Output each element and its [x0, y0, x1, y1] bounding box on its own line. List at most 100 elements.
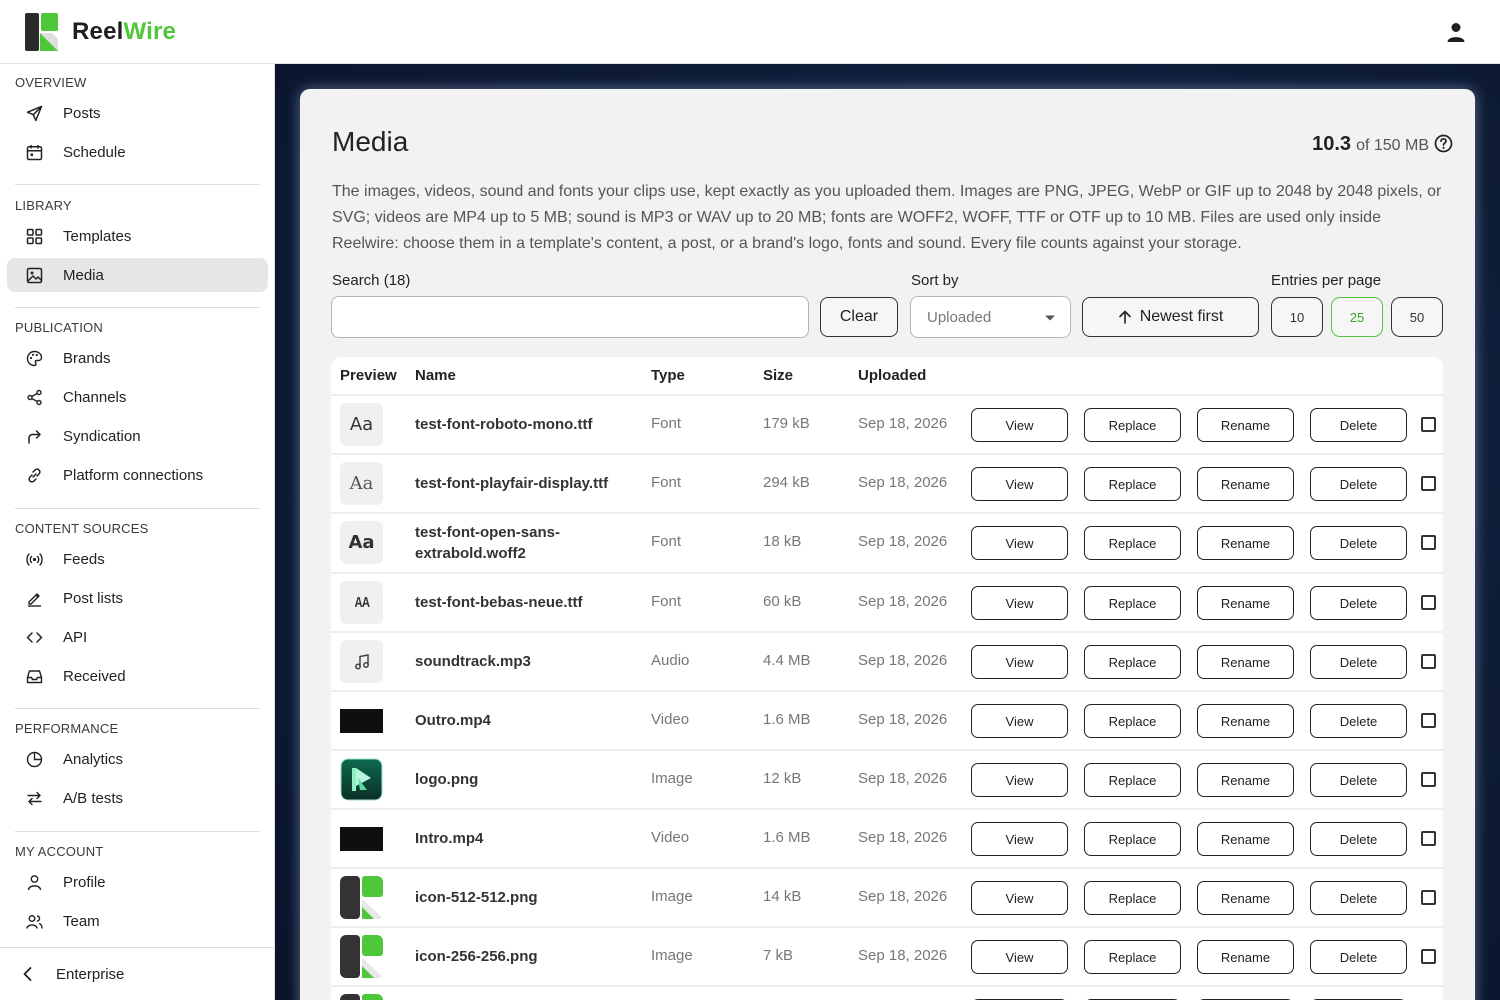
sidebar-item-schedule[interactable]: Schedule — [7, 135, 268, 169]
sidebar-item-enterprise[interactable]: Enterprise — [0, 947, 275, 1000]
delete-button[interactable]: Delete — [1310, 822, 1407, 856]
row-select-checkbox[interactable] — [1421, 831, 1436, 846]
view-button[interactable]: View — [971, 467, 1068, 501]
replace-button[interactable]: Replace — [1084, 881, 1181, 915]
entries-option-50[interactable]: 50 — [1391, 297, 1443, 337]
row-select-checkbox[interactable] — [1421, 772, 1436, 787]
view-button[interactable]: View — [971, 526, 1068, 560]
sidebar-item-ab-tests[interactable]: A/B tests — [7, 781, 268, 815]
sidebar-item-profile[interactable]: Profile — [7, 865, 268, 899]
music-note-icon — [354, 653, 369, 669]
sidebar-item-post-lists[interactable]: Post lists — [7, 581, 268, 615]
font-preview[interactable]: AA — [340, 581, 383, 624]
logo-image — [340, 758, 383, 801]
rename-button[interactable]: Rename — [1197, 704, 1294, 738]
column-header-uploaded[interactable]: Uploaded — [858, 367, 926, 384]
row-select-checkbox[interactable] — [1421, 476, 1436, 491]
delete-button[interactable]: Delete — [1310, 881, 1407, 915]
entries-option-10[interactable]: 10 — [1271, 297, 1323, 337]
replace-button[interactable]: Replace — [1084, 586, 1181, 620]
replace-button[interactable]: Replace — [1084, 704, 1181, 738]
image-preview[interactable] — [340, 935, 383, 978]
replace-button[interactable]: Replace — [1084, 467, 1181, 501]
delete-button[interactable]: Delete — [1310, 526, 1407, 560]
view-button[interactable]: View — [971, 408, 1068, 442]
replace-button[interactable]: Replace — [1084, 526, 1181, 560]
view-button[interactable]: View — [971, 763, 1068, 797]
replace-button[interactable]: Replace — [1084, 408, 1181, 442]
view-button[interactable]: View — [971, 940, 1068, 974]
row-select-checkbox[interactable] — [1421, 595, 1436, 610]
row-select-checkbox[interactable] — [1421, 417, 1436, 432]
delete-button[interactable]: Delete — [1310, 467, 1407, 501]
sidebar-item-label: Enterprise — [56, 966, 125, 983]
row-select-checkbox[interactable] — [1421, 949, 1436, 964]
font-preview[interactable]: Aa — [340, 462, 383, 505]
row-select-checkbox[interactable] — [1421, 713, 1436, 728]
entries-option-25[interactable]: 25 — [1331, 297, 1383, 337]
sidebar-item-syndication[interactable]: Syndication — [7, 419, 268, 453]
search-input[interactable] — [331, 296, 809, 338]
view-button[interactable]: View — [971, 586, 1068, 620]
rename-button[interactable]: Rename — [1197, 467, 1294, 501]
rename-button[interactable]: Rename — [1197, 822, 1294, 856]
image-preview[interactable] — [340, 758, 383, 801]
sidebar-item-received[interactable]: Received — [7, 659, 268, 693]
rename-button[interactable]: Rename — [1197, 645, 1294, 679]
sidebar-item-media[interactable]: Media — [7, 258, 268, 292]
video-preview[interactable] — [340, 817, 383, 860]
replace-button[interactable]: Replace — [1084, 763, 1181, 797]
view-button[interactable]: View — [971, 645, 1068, 679]
image-preview[interactable] — [340, 994, 383, 1000]
font-preview[interactable]: Aa — [340, 403, 383, 446]
sort-select[interactable]: Uploaded — [910, 296, 1071, 338]
video-preview[interactable] — [340, 699, 383, 742]
sort-order-button[interactable]: Newest first — [1082, 297, 1259, 337]
sidebar-item-feeds[interactable]: Feeds — [7, 542, 268, 576]
delete-button[interactable]: Delete — [1310, 763, 1407, 797]
sidebar-item-api[interactable]: API — [7, 620, 268, 654]
rename-button[interactable]: Rename — [1197, 881, 1294, 915]
rename-button[interactable]: Rename — [1197, 940, 1294, 974]
column-header-size[interactable]: Size — [763, 367, 793, 384]
sidebar-item-analytics[interactable]: Analytics — [7, 742, 268, 776]
replace-button[interactable]: Replace — [1084, 645, 1181, 679]
view-button[interactable]: View — [971, 881, 1068, 915]
delete-button[interactable]: Delete — [1310, 408, 1407, 442]
font-preview[interactable]: Aa — [340, 521, 383, 564]
delete-button[interactable]: Delete — [1310, 704, 1407, 738]
sidebar-item-team[interactable]: Team — [7, 904, 268, 938]
help-icon[interactable] — [1434, 134, 1453, 153]
rename-button[interactable]: Rename — [1197, 763, 1294, 797]
view-button[interactable]: View — [971, 704, 1068, 738]
column-header-name[interactable]: Name — [415, 367, 456, 384]
audio-preview[interactable] — [340, 640, 383, 683]
forward-arrow-icon — [28, 430, 41, 444]
reelwire-logo-icon[interactable] — [25, 13, 58, 51]
view-button[interactable]: View — [971, 822, 1068, 856]
sidebar-item-brands[interactable]: Brands — [7, 341, 268, 375]
account-user-icon[interactable] — [1444, 20, 1468, 44]
replace-button[interactable]: Replace — [1084, 940, 1181, 974]
row-select-checkbox[interactable] — [1421, 535, 1436, 550]
sidebar-item-posts[interactable]: Posts — [7, 96, 268, 130]
sidebar-item-channels[interactable]: Channels — [7, 380, 268, 414]
brand-name[interactable]: ReelWire — [72, 18, 176, 46]
rename-button[interactable]: Rename — [1197, 586, 1294, 620]
section-title-performance: PERFORMANCE — [15, 721, 119, 736]
row-select-checkbox[interactable] — [1421, 890, 1436, 905]
sidebar-item-templates[interactable]: Templates — [7, 219, 268, 253]
column-header-type[interactable]: Type — [651, 367, 685, 384]
row-select-checkbox[interactable] — [1421, 654, 1436, 669]
delete-button[interactable]: Delete — [1310, 940, 1407, 974]
delete-button[interactable]: Delete — [1310, 645, 1407, 679]
delete-button[interactable]: Delete — [1310, 586, 1407, 620]
replace-button[interactable]: Replace — [1084, 822, 1181, 856]
sidebar-item-platform-connections[interactable]: Platform connections — [7, 458, 268, 492]
image-preview[interactable] — [340, 876, 383, 919]
rename-button[interactable]: Rename — [1197, 526, 1294, 560]
file-type: Image — [651, 770, 693, 787]
rename-button[interactable]: Rename — [1197, 408, 1294, 442]
clear-button[interactable]: Clear — [820, 297, 898, 337]
calendar-icon — [26, 145, 43, 161]
